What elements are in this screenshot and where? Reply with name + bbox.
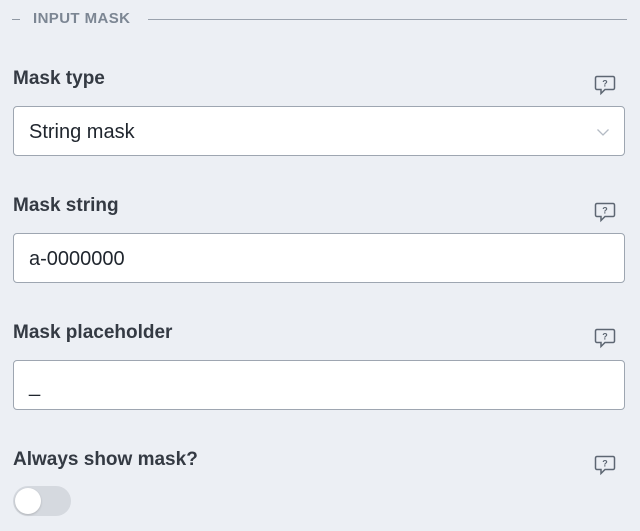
svg-text:?: ? (602, 79, 608, 89)
svg-text:?: ? (602, 332, 608, 342)
svg-text:?: ? (602, 459, 608, 469)
help-icon[interactable]: ? (594, 201, 616, 223)
chevron-down-icon (596, 125, 610, 139)
help-icon[interactable]: ? (594, 454, 616, 476)
mask-type-select[interactable]: String mask (13, 106, 625, 156)
section-title: INPUT MASK (33, 10, 131, 27)
mask-type-label: Mask type (13, 68, 105, 89)
collapse-dash-icon (12, 19, 20, 20)
mask-string-label: Mask string (13, 195, 119, 216)
help-icon[interactable]: ? (594, 327, 616, 349)
toggle-knob (15, 488, 41, 514)
section-header[interactable]: INPUT MASK (0, 0, 640, 38)
mask-placeholder-label: Mask placeholder (13, 322, 173, 343)
always-show-mask-toggle[interactable] (13, 486, 71, 516)
mask-string-value: a-0000000 (29, 248, 125, 270)
mask-string-input[interactable]: a-0000000 (13, 233, 625, 283)
mask-placeholder-input[interactable]: _ (13, 360, 625, 410)
section-divider (148, 19, 627, 20)
mask-type-value: String mask (29, 121, 135, 143)
svg-text:?: ? (602, 206, 608, 216)
always-show-mask-label: Always show mask? (13, 449, 198, 470)
help-icon[interactable]: ? (594, 74, 616, 96)
mask-placeholder-value: _ (29, 375, 41, 397)
